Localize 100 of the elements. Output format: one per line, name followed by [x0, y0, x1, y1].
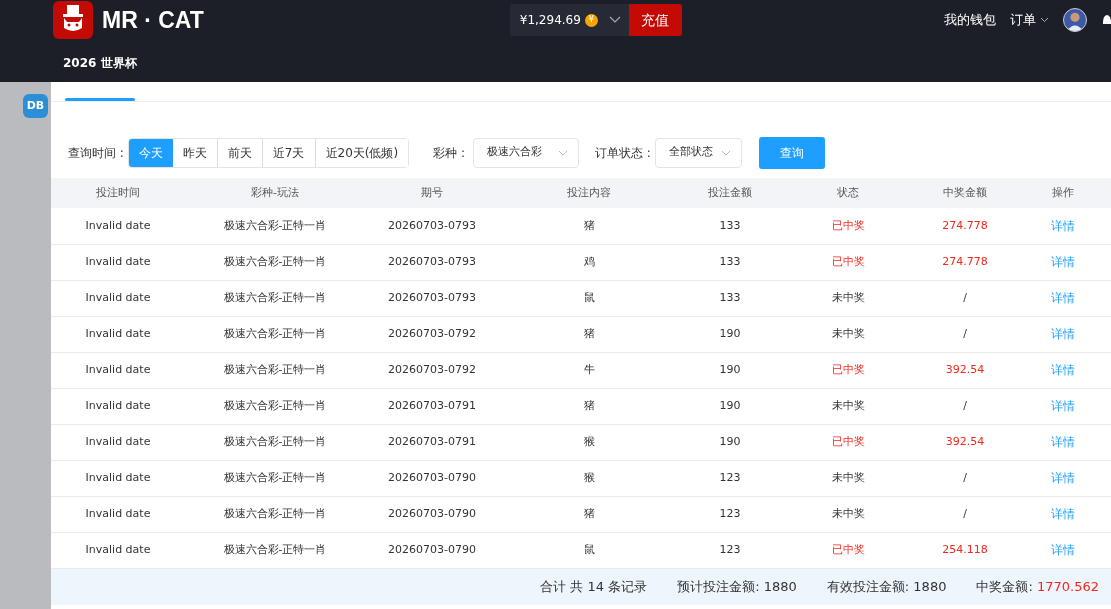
- details-link[interactable]: 详情: [1051, 362, 1075, 377]
- avatar[interactable]: [1063, 8, 1087, 32]
- chevron-down-icon: [1040, 17, 1049, 23]
- game-type: 极速六合彩-正特一肖: [185, 208, 365, 244]
- issue-number: 20260703-0793: [365, 244, 499, 280]
- issue-number: 20260703-0791: [365, 424, 499, 460]
- game-type: 极速六合彩-正特一肖: [185, 496, 365, 532]
- chevron-down-icon: [608, 16, 621, 24]
- bet-time: Invalid date: [51, 460, 185, 496]
- column-header: 状态: [781, 178, 915, 208]
- bet-amount: 123: [679, 496, 781, 532]
- game-type: 极速六合彩-正特一肖: [185, 424, 365, 460]
- bet-status: 已中奖: [781, 424, 915, 460]
- filter-label: 彩种 :: [433, 144, 465, 162]
- filter-label: 查询时间 :: [68, 144, 124, 162]
- prize-amount: /: [915, 496, 1015, 532]
- lottery-select[interactable]: 极速六合彩: [473, 137, 579, 168]
- prize-total: 中奖金额: 1770.562: [976, 577, 1099, 596]
- details-link[interactable]: 详情: [1051, 254, 1075, 269]
- bet-amount: 133: [679, 244, 781, 280]
- orders-menu[interactable]: 订单: [1010, 10, 1049, 30]
- details-link[interactable]: 详情: [1051, 542, 1075, 557]
- valid-amount: 有效投注金额: 1880: [826, 577, 947, 596]
- game-type: 极速六合彩-正特一肖: [185, 352, 365, 388]
- record-count: 合计 共 14 条记录: [540, 577, 648, 596]
- bet-amount: 190: [679, 424, 781, 460]
- recharge-button[interactable]: 充值: [628, 4, 682, 36]
- date-range-tab[interactable]: 今天: [128, 138, 173, 167]
- filter-label: 订单状态 :: [595, 144, 651, 162]
- bet-amount: 133: [679, 280, 781, 316]
- cat-logo[interactable]: [53, 1, 93, 39]
- bet-content: 鼠: [499, 280, 679, 316]
- chevron-down-icon: [720, 149, 731, 156]
- bet-content: 猴: [499, 460, 679, 496]
- bet-amount: 190: [679, 352, 781, 388]
- bet-content: 猪: [499, 208, 679, 244]
- bet-status: 未中奖: [781, 496, 915, 532]
- column-header: 投注内容: [499, 178, 679, 208]
- details-link[interactable]: 详情: [1051, 470, 1075, 485]
- bet-content: 鸡: [499, 244, 679, 280]
- bet-content: 鼠: [499, 532, 679, 568]
- details-link[interactable]: 详情: [1051, 326, 1075, 341]
- bet-amount: 123: [679, 460, 781, 496]
- issue-number: 20260703-0790: [365, 460, 499, 496]
- issue-number: 20260703-0792: [365, 352, 499, 388]
- game-type: 极速六合彩-正特一肖: [185, 316, 365, 352]
- bet-status: 未中奖: [781, 460, 915, 496]
- bet-status: 未中奖: [781, 316, 915, 352]
- bet-amount: 190: [679, 388, 781, 424]
- issue-number: 20260703-0790: [365, 532, 499, 568]
- bet-time: Invalid date: [51, 388, 185, 424]
- prize-amount: 274.778: [915, 244, 1015, 280]
- bet-content: 猪: [499, 316, 679, 352]
- expected-amount: 预计投注金额: 1880: [677, 577, 797, 596]
- column-header: 操作: [1015, 178, 1111, 208]
- issue-number: 20260703-0792: [365, 316, 499, 352]
- coin-icon: ¥: [584, 13, 598, 27]
- bet-status: 已中奖: [781, 532, 915, 568]
- details-link[interactable]: 详情: [1051, 290, 1075, 305]
- nav-item[interactable]: 2026 世界杯: [63, 56, 137, 70]
- prize-amount: /: [915, 280, 1015, 316]
- game-type: 极速六合彩-正特一肖: [185, 460, 365, 496]
- bet-amount: 123: [679, 532, 781, 568]
- wallet-link[interactable]: 我的钱包: [944, 10, 996, 30]
- chevron-down-icon: [558, 149, 568, 156]
- balance-dropdown[interactable]: ¥1,294.69 ¥: [509, 4, 629, 36]
- prize-amount: 392.54: [915, 352, 1015, 388]
- game-type: 极速六合彩-正特一肖: [185, 280, 365, 316]
- details-link[interactable]: 详情: [1051, 434, 1075, 449]
- bet-time: Invalid date: [51, 208, 185, 244]
- issue-number: 20260703-0793: [365, 280, 499, 316]
- bet-amount: 190: [679, 316, 781, 352]
- issue-number: 20260703-0790: [365, 496, 499, 532]
- bet-time: Invalid date: [51, 424, 185, 460]
- game-type: 极速六合彩-正特一肖: [185, 388, 365, 424]
- game-type: 极速六合彩-正特一肖: [185, 244, 365, 280]
- date-range-tab[interactable]: 近20天(低频): [314, 138, 409, 167]
- bet-status: 已中奖: [781, 208, 915, 244]
- status-select[interactable]: 全部状态: [654, 137, 742, 168]
- column-header: 彩种-玩法: [185, 178, 365, 208]
- details-link[interactable]: 详情: [1051, 398, 1075, 413]
- details-link[interactable]: 详情: [1051, 218, 1075, 233]
- bet-time: Invalid date: [51, 532, 185, 568]
- details-link[interactable]: 详情: [1051, 506, 1075, 521]
- prize-amount: /: [915, 460, 1015, 496]
- bet-content: 猴: [499, 424, 679, 460]
- query-button[interactable]: 查询: [758, 136, 825, 169]
- bet-status: 未中奖: [781, 388, 915, 424]
- column-header: 期号: [365, 178, 499, 208]
- bell-icon[interactable]: [1103, 13, 1111, 27]
- prize-amount: /: [915, 316, 1015, 352]
- prize-amount: /: [915, 388, 1015, 424]
- issue-number: 20260703-0791: [365, 388, 499, 424]
- bet-time: Invalid date: [51, 316, 185, 352]
- game-type: 极速六合彩-正特一肖: [185, 532, 365, 568]
- prize-amount: 392.54: [915, 424, 1015, 460]
- column-header: 投注金额: [679, 178, 781, 208]
- brand-name: MR · CAT: [102, 5, 204, 35]
- bet-content: 猪: [499, 496, 679, 532]
- prize-amount: 274.778: [915, 208, 1015, 244]
